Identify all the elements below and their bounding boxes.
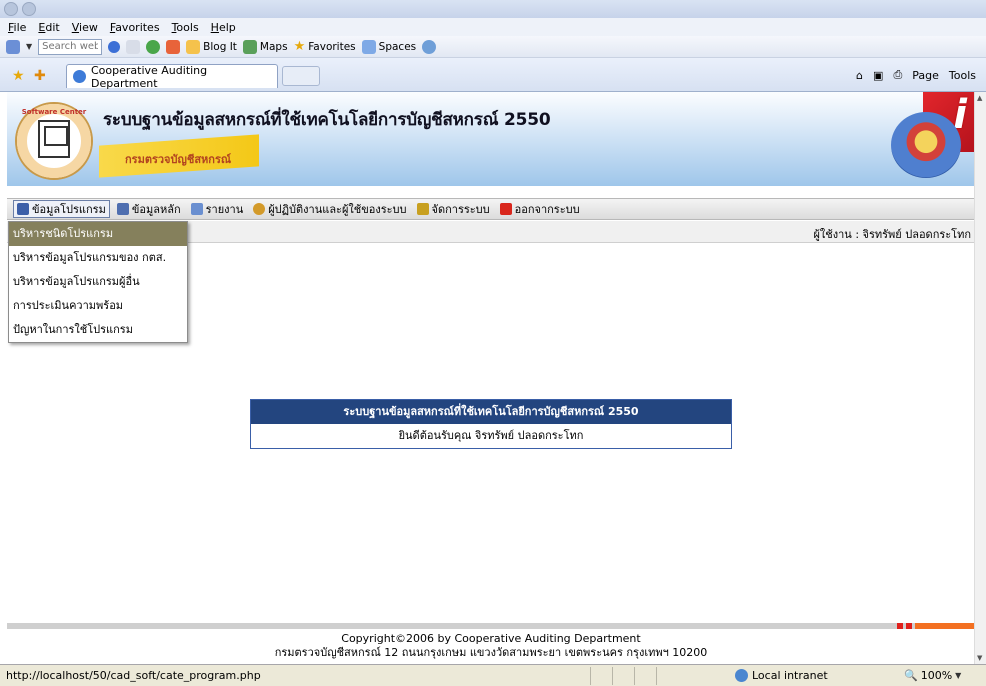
command-bar: ⌂ ▣ ⎙ Page Tools — [856, 68, 976, 82]
software-center-logo: Software Center — [15, 102, 93, 180]
welcome-panel: ระบบฐานข้อมูลสหกรณ์ที่ใช้เทคโนโลยีการบัญ… — [250, 399, 732, 449]
menu-system-admin[interactable]: จัดการระบบ — [414, 200, 493, 218]
forward-icon[interactable] — [22, 2, 36, 16]
back-icon[interactable] — [4, 2, 18, 16]
computer-icon — [38, 120, 70, 158]
dropdown-item-cad-programs[interactable]: บริหารข้อมูลโปรแกรมของ กตส. — [9, 246, 187, 270]
dropdown-item-program-types[interactable]: บริหารชนิดโปรแกรม — [9, 222, 187, 246]
page-viewport: Software Center ระบบฐานข้อมูลสหกรณ์ที่ใช… — [0, 92, 986, 664]
zoom-icon: 🔍 — [904, 669, 918, 682]
status-url: http://localhost/50/cad_soft/cate_progra… — [6, 669, 261, 682]
menu-help[interactable]: Help — [211, 21, 236, 34]
add-icon[interactable] — [146, 39, 161, 54]
highlight-icon[interactable] — [126, 39, 141, 54]
scroll-down-icon[interactable]: ▼ — [977, 654, 982, 662]
zoom-control[interactable]: 🔍 100% ▼ — [904, 669, 961, 682]
site-banner: Software Center ระบบฐานข้อมูลสหกรณ์ที่ใช… — [7, 92, 975, 186]
caret-icon[interactable]: ▼ — [26, 42, 32, 51]
exit-icon — [499, 203, 512, 215]
department-name: กรมตรวจบัญชีสหกรณ์ — [125, 153, 232, 166]
menu-program-data[interactable]: ข้อมูลโปรแกรม — [13, 200, 110, 218]
menu-logout[interactable]: ออกจากระบบ — [497, 200, 583, 218]
vertical-scrollbar[interactable]: ▲ ▼ — [974, 92, 986, 664]
security-zone[interactable]: Local intranet — [735, 669, 828, 682]
messenger-icon[interactable] — [6, 39, 20, 54]
report-icon — [190, 203, 203, 215]
status-bar: http://localhost/50/cad_soft/cate_progra… — [0, 664, 986, 686]
dropdown-item-readiness[interactable]: การประเมินความพร้อม — [9, 294, 187, 318]
help-icon[interactable] — [422, 39, 437, 54]
blog-it-button[interactable]: Blog It — [186, 39, 237, 54]
menu-tools[interactable]: Tools — [172, 21, 199, 34]
title-strip — [0, 0, 986, 18]
search-input[interactable] — [38, 38, 103, 55]
page-menu[interactable]: Page — [912, 69, 939, 82]
scroll-up-icon[interactable]: ▲ — [977, 94, 982, 102]
users-icon — [253, 203, 266, 215]
current-user: ผู้ใช้งาน : จิรทรัพย์ ปลอดกระโทก — [813, 228, 971, 241]
monitor-icon — [17, 203, 29, 215]
copyright-line: Copyright©2006 by Cooperative Auditing D… — [341, 632, 641, 645]
menu-master-data[interactable]: ข้อมูลหลัก — [114, 200, 184, 218]
footer-divider — [7, 623, 975, 629]
feeds-icon[interactable]: ▣ — [873, 69, 883, 82]
menu-file[interactable]: File — [8, 21, 26, 34]
menu-reports[interactable]: รายงาน — [188, 200, 247, 218]
mail-icon[interactable] — [166, 39, 181, 54]
menu-favorites[interactable]: Favorites — [110, 21, 160, 34]
tab-cooperative[interactable]: Cooperative Auditing Department — [66, 64, 278, 90]
favorites-center-icon[interactable]: ★ — [12, 68, 25, 84]
tab-bar: ★ ✚ Cooperative Auditing Department ⌂ ▣ … — [0, 58, 986, 92]
blog-icon — [186, 39, 201, 54]
program-data-dropdown: บริหารชนิดโปรแกรม บริหารข้อมูลโปรแกรมของ… — [8, 221, 188, 343]
computer-user-icon — [116, 203, 129, 215]
spaces-button[interactable]: Spaces — [361, 39, 416, 54]
favorites-button[interactable]: ★ Favorites — [294, 39, 356, 54]
globe-icon — [735, 669, 748, 682]
keys-icon — [416, 203, 429, 215]
menu-view[interactable]: View — [72, 21, 98, 34]
search-icon[interactable] — [108, 40, 121, 53]
caret-icon: ▼ — [955, 671, 962, 680]
new-tab-button[interactable] — [282, 66, 320, 86]
banner-title: ระบบฐานข้อมูลสหกรณ์ที่ใช้เทคโนโลยีการบัญ… — [103, 110, 551, 130]
welcome-message: ยินดีต้อนรับคุณ จิรทรัพย์ ปลอดกระโทก — [398, 429, 584, 442]
links-toolbar: ▼ Blog It Maps ★Favorites Spaces — [0, 36, 986, 58]
menu-users[interactable]: ผู้ปฏิบัติงานและผู้ใช้ของระบบ — [250, 200, 409, 218]
copyright: Copyright©2006 by Cooperative Auditing D… — [7, 632, 975, 660]
tools-menu[interactable]: Tools — [949, 69, 976, 82]
home-icon[interactable]: ⌂ — [856, 69, 863, 82]
star-icon: ★ — [293, 39, 306, 54]
address-line: กรมตรวจบัญชีสหกรณ์ 12 ถนนกรุงเกษม แขวงวั… — [274, 646, 708, 659]
welcome-title: ระบบฐานข้อมูลสหกรณ์ที่ใช้เทคโนโลยีการบัญ… — [251, 400, 731, 424]
maps-button[interactable]: Maps — [242, 39, 288, 54]
ie-page-icon — [73, 70, 86, 83]
browser-menubar: File Edit View Favorites Tools Help — [0, 18, 986, 36]
menu-edit[interactable]: Edit — [38, 21, 59, 34]
spaces-icon — [361, 39, 376, 54]
maps-icon — [242, 39, 257, 54]
dropdown-item-other-programs[interactable]: บริหารข้อมูลโปรแกรมผู้อื่น — [9, 270, 187, 294]
department-emblem — [891, 112, 961, 178]
dropdown-item-problems[interactable]: ปัญหาในการใช้โปรแกรม — [9, 318, 187, 342]
print-icon[interactable]: ⎙ — [893, 68, 902, 82]
add-favorite-icon[interactable]: ✚ — [34, 68, 46, 84]
app-menubar: ข้อมูลโปรแกรม ข้อมูลหลัก รายงาน ผู้ปฏิบั… — [7, 198, 975, 220]
